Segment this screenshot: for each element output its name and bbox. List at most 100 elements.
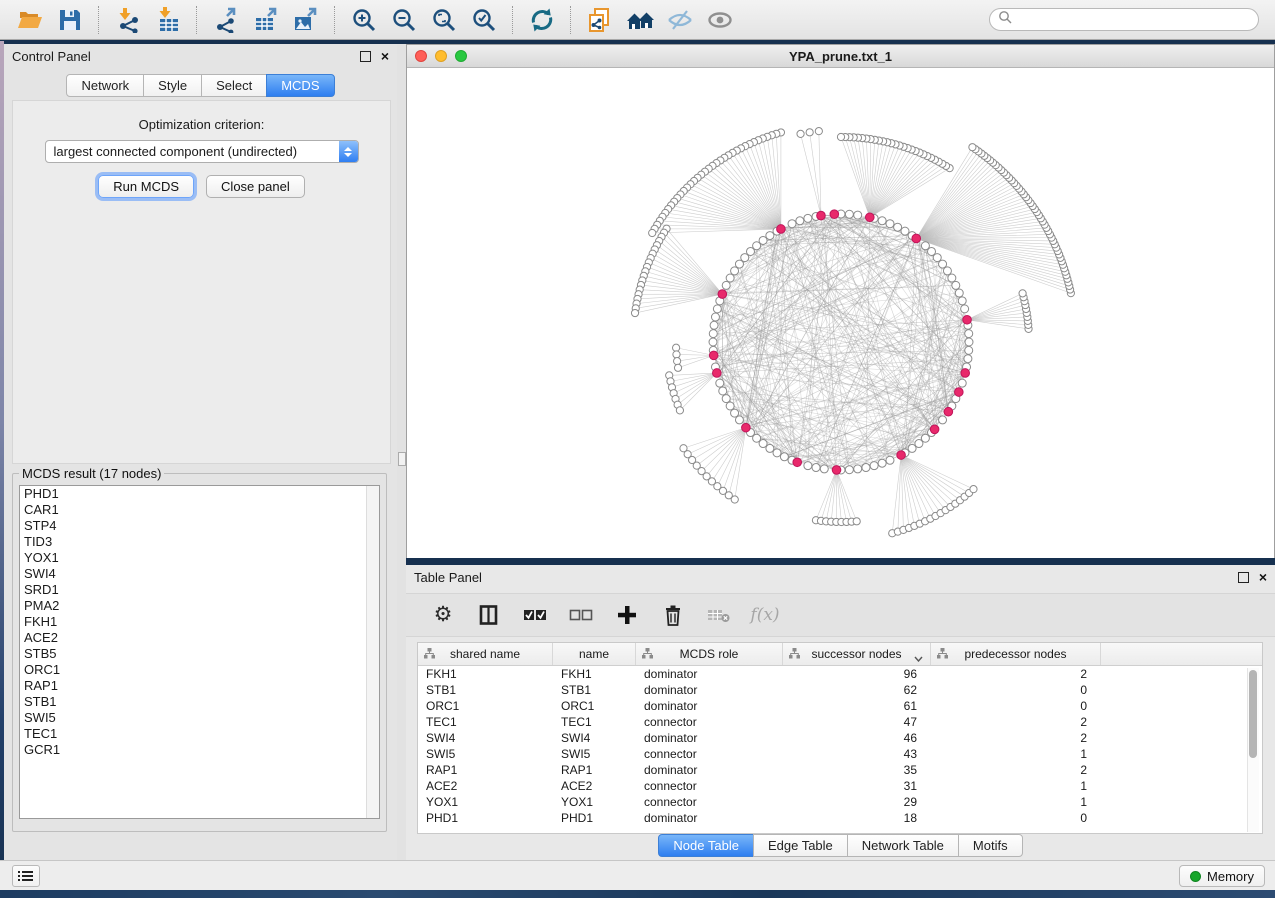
import-table-icon[interactable] [151,5,185,35]
task-history-button[interactable] [12,865,40,887]
table-row[interactable]: TEC1TEC1connector472 [418,714,1262,730]
show-columns-icon[interactable] [476,602,502,628]
import-network-icon[interactable] [111,5,145,35]
table-scrollbar-thumb[interactable] [1249,670,1257,758]
toolbar-separator [512,6,514,34]
panel-split-divider[interactable] [397,44,406,860]
cell-shared-name: RAP1 [418,762,553,778]
cell-name: YOX1 [553,794,636,810]
status-bar: Memory [0,860,1275,890]
mcds-result-list[interactable]: PHD1CAR1STP4TID3YOX1SWI4SRD1PMA2FKH1ACE2… [19,485,380,819]
network-canvas[interactable] [407,68,1274,558]
float-panel-icon[interactable] [360,51,371,62]
table-row[interactable]: YOX1YOX1connector291 [418,794,1262,810]
column-header-shared-name[interactable]: shared name [418,643,553,665]
control-panel: Control Panel × NetworkStyleSelectMCDS O… [4,44,397,860]
mcds-node-item[interactable]: FKH1 [20,614,379,630]
mcds-node-item[interactable]: YOX1 [20,550,379,566]
divider-grip[interactable] [398,452,406,466]
column-header-name[interactable]: name [553,643,636,665]
hide-panels-icon[interactable] [663,5,697,35]
duplicate-network-icon[interactable] [583,5,617,35]
memory-button[interactable]: Memory [1179,865,1265,887]
mcds-node-item[interactable]: STB5 [20,646,379,662]
table-row[interactable]: FKH1FKH1dominator962 [418,666,1262,682]
tab-node-table[interactable]: Node Table [658,834,754,857]
mcds-node-item[interactable]: PMA2 [20,598,379,614]
criterion-select[interactable]: largest connected component (undirected) [45,140,359,163]
search-icon [998,10,1012,29]
tab-network[interactable]: Network [66,74,144,97]
table-scrollbar[interactable] [1247,668,1259,832]
mcds-node-item[interactable]: TID3 [20,534,379,550]
mcds-node-item[interactable]: STP4 [20,518,379,534]
zoom-out-icon[interactable] [387,5,421,35]
tab-motifs[interactable]: Motifs [958,834,1023,857]
export-table-icon[interactable] [249,5,283,35]
run-mcds-button[interactable]: Run MCDS [98,175,194,198]
close-panel-button[interactable]: Close panel [206,175,305,198]
select-all-checkboxes-icon[interactable] [522,602,548,628]
search-input[interactable] [1012,10,1258,30]
deselect-all-checkboxes-icon[interactable] [568,602,594,628]
network-window-titlebar[interactable]: YPA_prune.txt_1 [407,45,1274,68]
delete-columns-icon[interactable] [660,602,686,628]
open-session-icon[interactable] [13,5,47,35]
cell-successor-nodes: 31 [783,778,931,794]
mcds-node-item[interactable]: RAP1 [20,678,379,694]
show-panels-icon[interactable] [703,5,737,35]
float-table-panel-icon[interactable] [1238,572,1249,583]
mcds-node-item[interactable]: TEC1 [20,726,379,742]
cell-name: STB1 [553,682,636,698]
table-row[interactable]: SWI4SWI4dominator462 [418,730,1262,746]
mcds-node-item[interactable]: SWI4 [20,566,379,582]
add-column-icon[interactable] [614,602,640,628]
mcds-node-item[interactable]: CAR1 [20,502,379,518]
table-row[interactable]: ORC1ORC1dominator610 [418,698,1262,714]
tab-network-table[interactable]: Network Table [847,834,959,857]
mcds-node-item[interactable]: ACE2 [20,630,379,646]
export-image-icon[interactable] [289,5,323,35]
table-row[interactable]: SWI5SWI5connector431 [418,746,1262,762]
column-header-predecessor-nodes[interactable]: predecessor nodes [931,643,1101,665]
refresh-icon[interactable] [525,5,559,35]
save-session-icon[interactable] [53,5,87,35]
tab-style[interactable]: Style [143,74,202,97]
search-box[interactable] [989,8,1259,31]
node-table[interactable]: shared namenameMCDS role successor nodes p… [417,642,1263,834]
cell-MCDS-role: dominator [636,698,783,714]
close-panel-icon[interactable]: × [381,51,389,61]
mcds-node-item[interactable]: PHD1 [20,486,379,502]
cell-name: SWI5 [553,746,636,762]
cell-MCDS-role: connector [636,794,783,810]
table-row[interactable]: RAP1RAP1dominator352 [418,762,1262,778]
table-row[interactable]: ACE2ACE2connector311 [418,778,1262,794]
close-table-panel-icon[interactable]: × [1259,572,1267,582]
home-view-icon[interactable] [623,5,657,35]
cell-predecessor-nodes: 0 [931,698,1101,714]
mcds-node-item[interactable]: STB1 [20,694,379,710]
mcds-scrollbar[interactable] [366,486,379,818]
table-toolbar: ⚙ f(x) [406,593,1275,637]
column-label: successor nodes [811,647,901,661]
cell-MCDS-role: dominator [636,730,783,746]
control-panel-tabs: NetworkStyleSelectMCDS [4,74,397,97]
table-row[interactable]: PHD1PHD1dominator180 [418,810,1262,826]
zoom-in-icon[interactable] [347,5,381,35]
mcds-node-item[interactable]: GCR1 [20,742,379,758]
mcds-node-item[interactable]: SRD1 [20,582,379,598]
mcds-node-item[interactable]: ORC1 [20,662,379,678]
export-network-icon[interactable] [209,5,243,35]
tab-select[interactable]: Select [201,74,267,97]
zoom-selected-icon[interactable] [467,5,501,35]
cell-shared-name: TEC1 [418,714,553,730]
zoom-fit-icon[interactable] [427,5,461,35]
column-header-successor-nodes[interactable]: successor nodes [783,643,931,665]
tab-edge-table[interactable]: Edge Table [753,834,848,857]
table-row[interactable]: STB1STB1dominator620 [418,682,1262,698]
settings-gear-icon[interactable]: ⚙ [430,602,456,628]
tab-mcds[interactable]: MCDS [266,74,334,97]
toolbar-separator [196,6,198,34]
column-header-MCDS-role[interactable]: MCDS role [636,643,783,665]
mcds-node-item[interactable]: SWI5 [20,710,379,726]
